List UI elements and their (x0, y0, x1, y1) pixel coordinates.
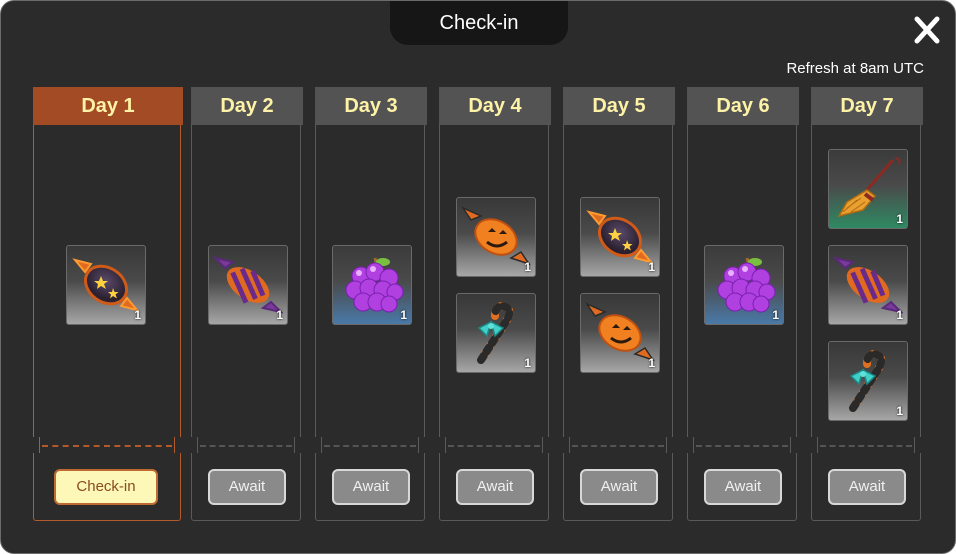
reward-tile[interactable]: 1 (828, 341, 908, 421)
reward-quantity: 1 (648, 356, 655, 370)
day-column: Day 3 1 Await (309, 87, 431, 521)
reward-tile[interactable]: 1 (828, 245, 908, 325)
reward-quantity: 1 (896, 308, 903, 322)
reward-tile[interactable]: 1 (580, 197, 660, 277)
reward-quantity: 1 (648, 260, 655, 274)
await-button[interactable]: Await (828, 469, 906, 505)
day-column: Day 1 1 Check-in (27, 87, 187, 521)
await-button[interactable]: Await (704, 469, 782, 505)
divider-notch (418, 437, 431, 453)
day-column: Day 4 1 1 Await (433, 87, 555, 521)
await-button[interactable]: Await (580, 469, 658, 505)
striped-candy-icon (833, 256, 903, 314)
reward-tile[interactable]: 1 (456, 293, 536, 373)
star-candy-icon (586, 210, 654, 264)
divider-notch (294, 437, 307, 453)
divider-notch (666, 437, 679, 453)
day-column: Day 6 1 Await (681, 87, 803, 521)
divider-notch (27, 437, 40, 453)
divider-notch (542, 437, 555, 453)
reward-tile[interactable]: 1 (704, 245, 784, 325)
pumpkin-candy-icon (461, 206, 531, 266)
reward-tile[interactable]: 1 (332, 245, 412, 325)
day-label: Day 7 (811, 87, 923, 125)
dashed-divider (42, 445, 172, 447)
reward-tile[interactable]: 1 (456, 197, 536, 277)
day-label: Day 4 (439, 87, 551, 125)
divider-notch (914, 437, 927, 453)
divider-notch (805, 437, 818, 453)
reward-quantity: 1 (896, 212, 903, 226)
divider-notch (185, 437, 198, 453)
dashed-divider (200, 445, 292, 447)
reward-tile[interactable]: 1 (580, 293, 660, 373)
reward-tile[interactable]: 1 (66, 245, 146, 325)
day-label: Day 6 (687, 87, 799, 125)
reward-quantity: 1 (400, 308, 407, 322)
day-label: Day 2 (191, 87, 303, 125)
day-label: Day 5 (563, 87, 675, 125)
dashed-divider (696, 445, 788, 447)
pumpkin-candy-icon (585, 302, 655, 362)
divider-notch (681, 437, 694, 453)
reward-tile[interactable]: 1 (208, 245, 288, 325)
reward-quantity: 1 (524, 260, 531, 274)
dialog-title: Check-in (390, 1, 568, 45)
reward-quantity: 1 (134, 308, 141, 322)
reward-tile[interactable]: 1 (828, 149, 908, 229)
divider-notch (433, 437, 446, 453)
reward-quantity: 1 (524, 356, 531, 370)
divider-notch (309, 437, 322, 453)
broom-icon (837, 157, 901, 218)
striped-candy-icon (213, 256, 283, 314)
candy-cane-icon (477, 301, 514, 364)
dashed-divider (448, 445, 540, 447)
refresh-note: Refresh at 8am UTC (786, 60, 924, 77)
dashed-divider (820, 445, 912, 447)
day-column: Day 7 1 1 1 Await (805, 87, 927, 521)
star-candy-icon (72, 258, 140, 312)
reward-quantity: 1 (276, 308, 283, 322)
day-column: Day 2 1 Await (185, 87, 307, 521)
day-label: Day 3 (315, 87, 427, 125)
await-button[interactable]: Await (332, 469, 410, 505)
close-icon[interactable] (913, 15, 941, 45)
dashed-divider (324, 445, 416, 447)
reward-quantity: 1 (772, 308, 779, 322)
await-button[interactable]: Await (456, 469, 534, 505)
day-label: Day 1 (33, 87, 183, 125)
await-button[interactable]: Await (208, 469, 286, 505)
divider-notch (790, 437, 803, 453)
reward-quantity: 1 (896, 404, 903, 418)
grapes-icon (345, 257, 404, 313)
close-button[interactable] (913, 15, 941, 45)
check-in-button[interactable]: Check-in (54, 469, 158, 505)
grapes-icon (717, 257, 776, 313)
day-column: Day 5 1 1 Await (557, 87, 679, 521)
candy-cane-icon (849, 349, 886, 412)
check-in-dialog: Check-in Refresh at 8am UTC Day 1 1 Check… (0, 0, 956, 554)
divider-notch (557, 437, 570, 453)
dashed-divider (572, 445, 664, 447)
